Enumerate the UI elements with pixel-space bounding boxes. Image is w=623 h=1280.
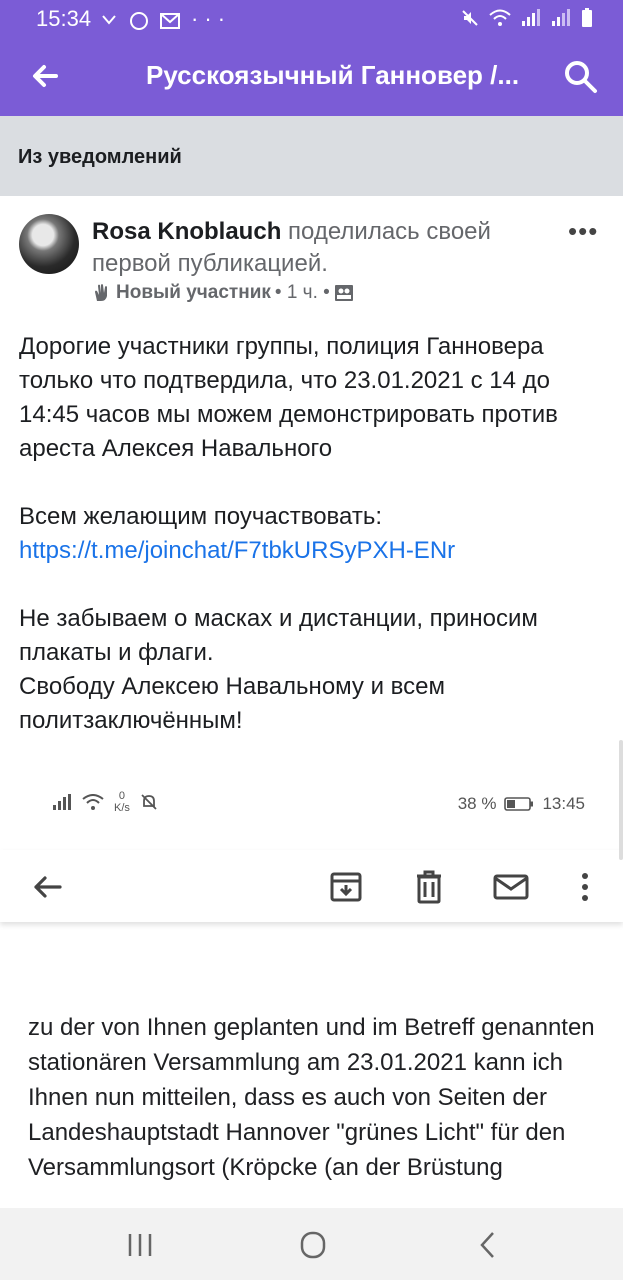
post-more-button[interactable]: •••: [568, 216, 598, 247]
scroll-indicator: [619, 740, 623, 860]
archive-icon[interactable]: [327, 868, 365, 906]
embedded-screenshot[interactable]: 0 K/s 38 % 13:45 zu der von Ihnen geplan…: [0, 740, 623, 1210]
group-title: Русскоязычный Ганновер /...: [146, 60, 520, 90]
post-meta: Новый участник • 1 ч. •: [92, 282, 354, 304]
notifications-off-icon: [141, 794, 157, 810]
post-paragraph-4: Свободу Алексею Навальному и всем политз…: [19, 673, 445, 734]
signal-icon: [53, 794, 71, 810]
home-icon[interactable]: [293, 1228, 333, 1262]
post-body: Дорогие участники группы, полиция Ганнов…: [19, 330, 609, 738]
status-time: 15:34: [36, 6, 92, 31]
system-icons: [461, 8, 593, 28]
battery-icon: [582, 8, 592, 27]
missed-call-icon: [102, 15, 116, 25]
post-paragraph-2: Всем желающим поучаствовать:: [19, 503, 383, 530]
mail-toolbar: [0, 850, 623, 922]
more-vert-icon[interactable]: [566, 868, 604, 906]
post-paragraph-1: Дорогие участники группы, полиция Ганнов…: [19, 333, 558, 462]
group-privacy-icon: [334, 285, 353, 301]
post-headline: Rosa Knoblauch поделилась своей первой п…: [92, 216, 532, 280]
email-body-text: zu der von Ihnen geplanten und im Betref…: [28, 1014, 595, 1181]
speed-unit: K/s: [114, 802, 130, 814]
post-header: Rosa Knoblauch поделилась своей первой п…: [0, 196, 623, 316]
back-arrow-icon[interactable]: [26, 56, 66, 96]
post-time: • 1 ч. •: [274, 282, 330, 303]
delete-icon[interactable]: [410, 868, 448, 906]
app-bar: Русскоязычный Ганновер /...: [0, 38, 623, 116]
embedded-status-bar: 0 K/s 38 % 13:45: [0, 790, 623, 820]
notifications-label: Из уведомлений: [18, 146, 182, 168]
post-paragraph-3: Не забываем о масках и дистанции, принос…: [19, 605, 538, 666]
search-icon[interactable]: [562, 58, 598, 94]
embedded-time: 13:45: [542, 794, 585, 813]
wifi-icon: [82, 794, 104, 810]
avatar[interactable]: [19, 214, 79, 274]
notification-icons: ···: [100, 6, 231, 32]
signal-icon: [522, 9, 540, 26]
battery-percent: 38 %: [457, 794, 497, 813]
system-navigation-bar: [0, 1208, 623, 1280]
more-notifications-icon: ···: [191, 6, 232, 31]
battery-icon: [504, 797, 534, 811]
notifications-banner: Из уведомлений: [0, 116, 623, 196]
status-bar: 15:34 ···: [0, 0, 623, 38]
whatsapp-icon: [130, 12, 149, 31]
wave-hand-icon: [95, 284, 107, 301]
author-name[interactable]: Rosa Knoblauch: [92, 218, 281, 245]
back-arrow-icon[interactable]: [28, 868, 66, 906]
mail-icon: [160, 13, 181, 30]
network-speed: 0 K/s: [114, 790, 130, 814]
speed-value: 0: [118, 790, 126, 802]
new-member-badge: Новый участник: [116, 282, 271, 303]
back-icon[interactable]: [468, 1228, 508, 1262]
mute-icon: [462, 10, 478, 26]
recent-apps-icon[interactable]: [120, 1228, 160, 1262]
wifi-icon: [489, 9, 511, 26]
signal-icon-2: [552, 9, 570, 26]
telegram-link[interactable]: https://t.me/joinchat/F7tbkURSyPXH-ENr: [19, 537, 455, 564]
mail-icon[interactable]: [492, 868, 530, 906]
